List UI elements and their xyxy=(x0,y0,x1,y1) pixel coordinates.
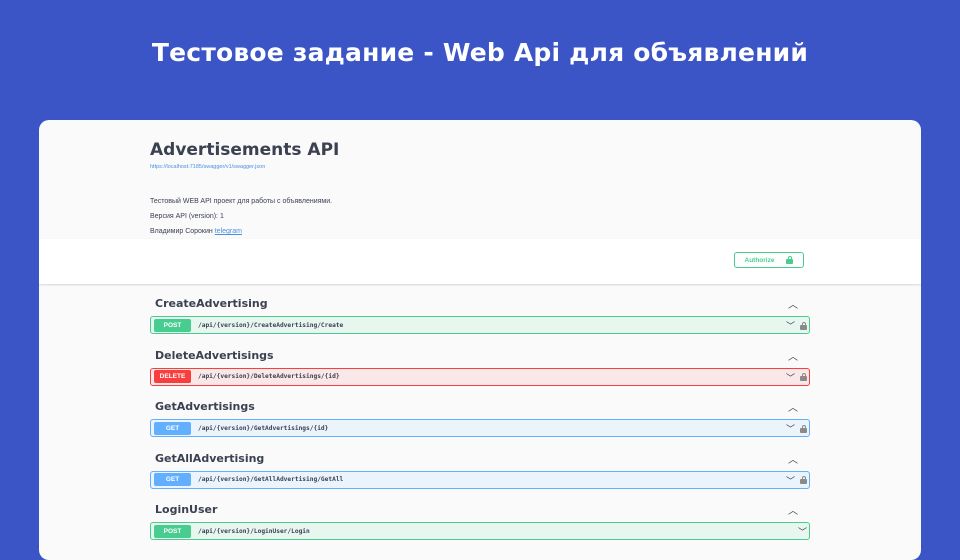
api-author: Владимир Сорокин telegram xyxy=(150,228,242,235)
api-info: Advertisements API https://localhost:718… xyxy=(150,140,810,235)
lock-icon[interactable] xyxy=(800,321,807,330)
lock-icon[interactable] xyxy=(800,424,807,433)
method-badge: POST xyxy=(154,318,191,332)
chevron-up-icon: ︿ xyxy=(788,506,798,517)
operation-row[interactable]: GET /api/{version}/GetAllAdvertising/Get… xyxy=(150,470,810,489)
swagger-json-link[interactable]: https://localhost:7185/swagger/v1/swagge… xyxy=(150,164,810,170)
tag-section: DeleteAdvertisings ︿ DELETE /api/{versio… xyxy=(150,344,810,396)
slide-title: Тестовое задание - Web Api для объявлени… xyxy=(151,38,809,67)
chevron-down-icon[interactable]: ﹀ xyxy=(798,525,807,538)
tag-section: GetAdvertisings ︿ GET /api/{version}/Get… xyxy=(150,395,810,447)
endpoint-path: /api/{version}/GetAdvertisings/{id} xyxy=(198,424,329,432)
api-description: Тестовый WEB API проект для работы с объ… xyxy=(150,198,333,205)
operation-row[interactable]: POST /api/{version}/CreateAdvertising/Cr… xyxy=(150,316,810,334)
swagger-panel: Advertisements API https://localhost:718… xyxy=(39,120,921,560)
tag-header[interactable]: DeleteAdvertisings ︿ xyxy=(150,344,810,368)
tag-name: GetAdvertisings xyxy=(155,400,255,413)
telegram-link[interactable]: telegram xyxy=(215,228,242,235)
lock-icon[interactable] xyxy=(800,373,807,381)
method-badge: DELETE xyxy=(154,370,191,383)
tag-name: GetAllAdvertising xyxy=(155,451,265,465)
tag-name: CreateAdvertising xyxy=(155,297,268,310)
tag-name: LoginUser xyxy=(155,503,218,516)
authorize-label: Authorize xyxy=(744,256,775,264)
chevron-up-icon: ︿ xyxy=(788,454,798,466)
chevron-up-icon: ︿ xyxy=(788,403,798,414)
scheme-bar: Authorize xyxy=(39,239,921,284)
endpoint-path: /api/{version}/GetAllAdvertising/GetAll xyxy=(198,476,344,483)
method-badge: GET xyxy=(154,421,191,435)
tag-header[interactable]: LoginUser ︿ xyxy=(150,498,810,522)
tag-section: GetAllAdvertising ︿ GET /api/{version}/G… xyxy=(150,447,810,499)
method-badge: GET xyxy=(154,473,191,486)
endpoint-path: /api/{version}/DeleteAdvertisings/{id} xyxy=(198,373,340,380)
chevron-down-icon[interactable]: ﹀ xyxy=(786,319,795,332)
chevron-down-icon[interactable]: ﹀ xyxy=(786,422,795,435)
chevron-down-icon[interactable]: ﹀ xyxy=(786,371,795,384)
tag-header[interactable]: CreateAdvertising ︿ xyxy=(150,292,810,316)
operation-row[interactable]: DELETE /api/{version}/DeleteAdvertisings… xyxy=(150,367,810,386)
operation-row[interactable]: POST /api/{version}/LoginUser/Login ﹀ xyxy=(150,522,810,540)
api-version: Версия API (version): 1 xyxy=(150,213,224,220)
lock-icon[interactable] xyxy=(800,476,807,484)
author-name: Владимир Сорокин xyxy=(150,228,213,235)
chevron-down-icon[interactable]: ﹀ xyxy=(786,474,795,487)
api-title: Advertisements API xyxy=(150,140,340,160)
tag-header[interactable]: GetAdvertisings ︿ xyxy=(150,395,810,419)
authorize-button[interactable]: Authorize xyxy=(734,252,804,268)
endpoint-path: /api/{version}/CreateAdvertising/Create xyxy=(198,321,344,329)
chevron-up-icon: ︿ xyxy=(788,351,798,363)
endpoint-path: /api/{version}/LoginUser/Login xyxy=(198,527,310,535)
chevron-up-icon: ︿ xyxy=(788,300,798,311)
tag-section: LoginUser ︿ POST /api/{version}/LoginUse… xyxy=(150,498,810,550)
operations-list: CreateAdvertising ︿ POST /api/{version}/… xyxy=(150,292,810,550)
tag-header[interactable]: GetAllAdvertising ︿ xyxy=(150,447,810,471)
lock-icon xyxy=(786,256,794,264)
operation-row[interactable]: GET /api/{version}/GetAdvertisings/{id} … xyxy=(150,419,810,437)
method-badge: POST xyxy=(154,524,191,538)
tag-section: CreateAdvertising ︿ POST /api/{version}/… xyxy=(150,292,810,344)
tag-name: DeleteAdvertisings xyxy=(155,348,274,362)
